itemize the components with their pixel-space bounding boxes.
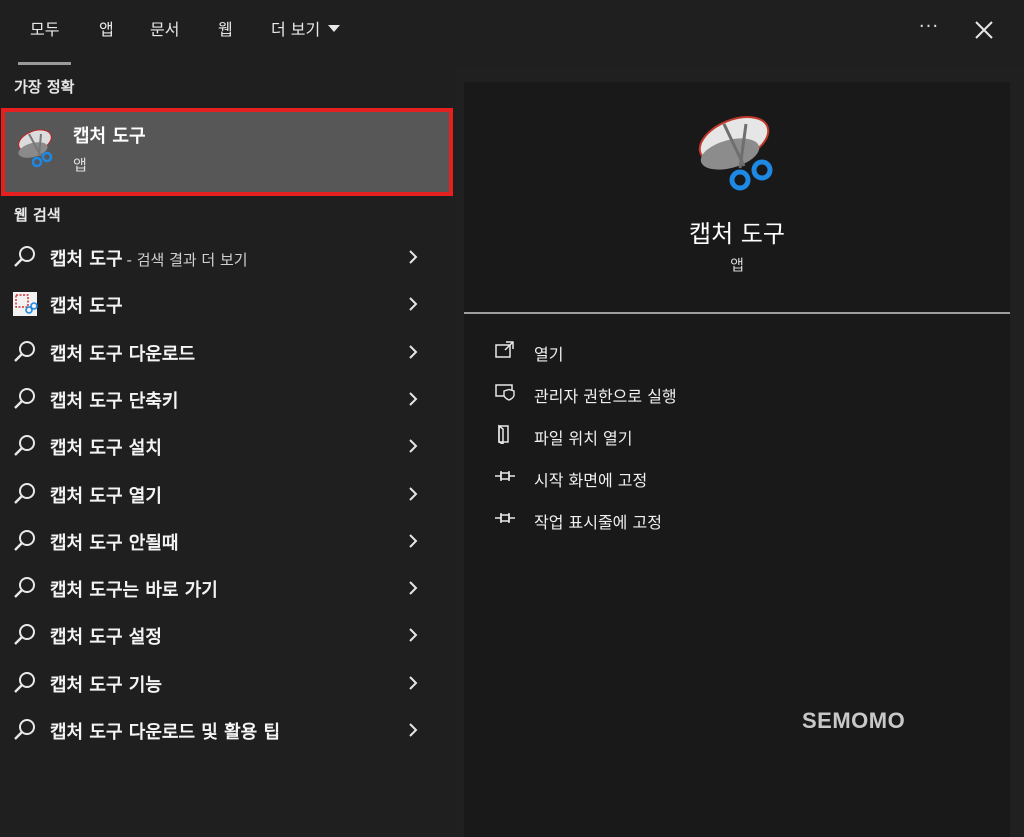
search-icon [12,433,38,459]
watermark: SEMOMO [802,708,906,733]
search-icon [12,717,38,743]
result-label-text: 캡처 도구 다운로드 [50,343,196,365]
chevron-right-icon[interactable] [405,485,421,503]
file-location-icon [494,424,516,446]
detail-action-label: 열기 [534,345,564,364]
chevron-right-icon[interactable] [405,343,421,361]
result-label: 캡처 도구 안될때 [50,529,178,555]
detail-action-label: 시작 화면에 고정 [534,471,648,490]
admin-shield-icon [494,382,516,402]
search-icon [12,575,38,601]
chevron-right-icon[interactable] [405,248,421,266]
open-icon [494,340,516,360]
best-match-subtitle: 앱 [73,156,87,174]
result-label: 캡처 도구 설치 [50,434,162,460]
result-label: 캡처 도구는 바로 가기 [50,576,218,602]
result-label: 캡처 도구 [50,292,123,318]
pin-icon [494,508,516,528]
snipping-tool-large-icon [698,116,773,191]
results-list: 가장 정확 캡처 도구 앱 웹 검색 캡처 도구 - 검색 결과 더 보기 캡처 도… [0,66,456,837]
chevron-right-icon[interactable] [405,579,421,597]
detail-action[interactable]: 시작 화면에 고정 [494,462,894,492]
tab-web[interactable]: 웹 [218,18,233,46]
detail-action-label: 작업 표시줄에 고정 [534,513,662,532]
detail-action[interactable]: 파일 위치 열기 [494,420,894,450]
web-search-result[interactable]: 캡처 도구 - 검색 결과 더 보기 [0,234,452,278]
tab-all-label: 모두 [30,20,60,39]
web-search-result[interactable]: 캡처 도구 단축키 [0,376,452,420]
tab-more[interactable]: 더 보기 [271,18,341,46]
web-search-result[interactable]: 캡처 도구 열기 [0,471,452,515]
web-search-result[interactable]: 캡처 도구 다운로드 [0,329,452,373]
detail-action[interactable]: 열기 [494,336,894,366]
result-label: 캡처 도구 다운로드 및 활용 팁 [50,718,280,744]
divider [464,312,1010,314]
search-icon [12,528,38,554]
result-label: 캡처 도구 열기 [50,482,162,508]
result-label-text: 캡처 도구는 바로 가기 [50,580,218,602]
result-label-text: 캡처 도구 단축키 [50,390,179,412]
tab-more-label: 더 보기 [271,20,321,39]
snipping-tool-icon [18,129,53,168]
result-label: 캡처 도구 - 검색 결과 더 보기 [50,245,248,271]
result-label-text: 캡처 도구 [50,296,123,318]
detail-action[interactable]: 관리자 권한으로 실행 [494,378,894,408]
chevron-right-icon[interactable] [405,390,421,408]
detail-action-label: 파일 위치 열기 [534,429,633,448]
chevron-right-icon[interactable] [405,721,421,739]
best-match-title: 캡처 도구 [73,126,146,147]
web-search-result[interactable]: 캡처 도구는 바로 가기 [0,565,452,609]
web-search-result[interactable]: 캡처 도구 다운로드 및 활용 팁 [0,707,452,751]
result-label-text: 캡처 도구 설정 [50,627,162,649]
chevron-right-icon[interactable] [405,674,421,692]
tab-documents[interactable]: 문서 [150,18,179,46]
chevron-right-icon[interactable] [405,437,421,455]
web-search-result[interactable]: 캡처 도구 설정 [0,612,452,656]
detail-action[interactable]: 작업 표시줄에 고정 [494,504,894,534]
result-label-text: 캡처 도구 다운로드 및 활용 팁 [50,722,281,743]
result-label-text: 캡처 도구 기능 [50,674,162,696]
result-label: 캡처 도구 기능 [50,671,162,697]
result-label-text: 캡처 도구 열기 [50,485,162,507]
best-match-heading: 가장 정확 [14,78,75,96]
web-search-result[interactable]: 캡처 도구 설치 [0,423,452,467]
web-search-result[interactable]: 캡처 도구 기능 [0,660,452,704]
detail-app-type: 앱 [730,256,744,274]
search-icon [12,386,38,412]
result-label: 캡처 도구 단축키 [50,387,178,413]
result-label: 캡처 도구 설정 [50,623,162,649]
detail-action-label: 관리자 권한으로 실행 [534,387,677,406]
search-tab-bar: 모두 앱 문서 웹 더 보기 ··· [0,0,1024,66]
chevron-right-icon[interactable] [405,532,421,550]
search-icon [12,670,38,696]
web-search-result[interactable]: 캡처 도구 안될때 [0,518,452,562]
best-match-result[interactable]: 캡처 도구 앱 [1,108,453,196]
chevron-right-icon[interactable] [405,626,421,644]
more-options-button[interactable]: ··· [912,14,946,46]
tab-documents-label: 문서 [150,20,180,39]
result-label-suffix: - 검색 결과 더 보기 [126,251,248,269]
result-label-text: 캡처 도구 [50,249,123,270]
web-search-heading: 웹 검색 [14,206,61,224]
tab-apps-label: 앱 [99,20,114,39]
tab-apps[interactable]: 앱 [99,18,114,46]
search-icon [12,622,38,648]
detail-pane: 캡처 도구 앱 열기관리자 권한으로 실행파일 위치 열기시작 화면에 고정작업… [464,82,1010,837]
search-icon [12,244,38,270]
pin-icon [494,466,516,486]
chevron-down-icon [328,25,341,32]
chevron-right-icon[interactable] [405,295,421,313]
close-icon [975,21,993,39]
result-label: 캡처 도구 다운로드 [50,340,195,366]
snipping-web-icon [12,291,38,317]
result-label-text: 캡처 도구 설치 [50,438,162,460]
search-icon [12,481,38,507]
web-search-result[interactable]: 캡처 도구 [0,281,452,325]
detail-app-title: 캡처 도구 [689,220,785,248]
close-button[interactable] [968,14,1000,46]
search-icon [12,339,38,365]
tab-web-label: 웹 [218,20,233,39]
result-label-text: 캡처 도구 안될때 [50,532,179,554]
tab-all[interactable]: 모두 [17,18,73,65]
